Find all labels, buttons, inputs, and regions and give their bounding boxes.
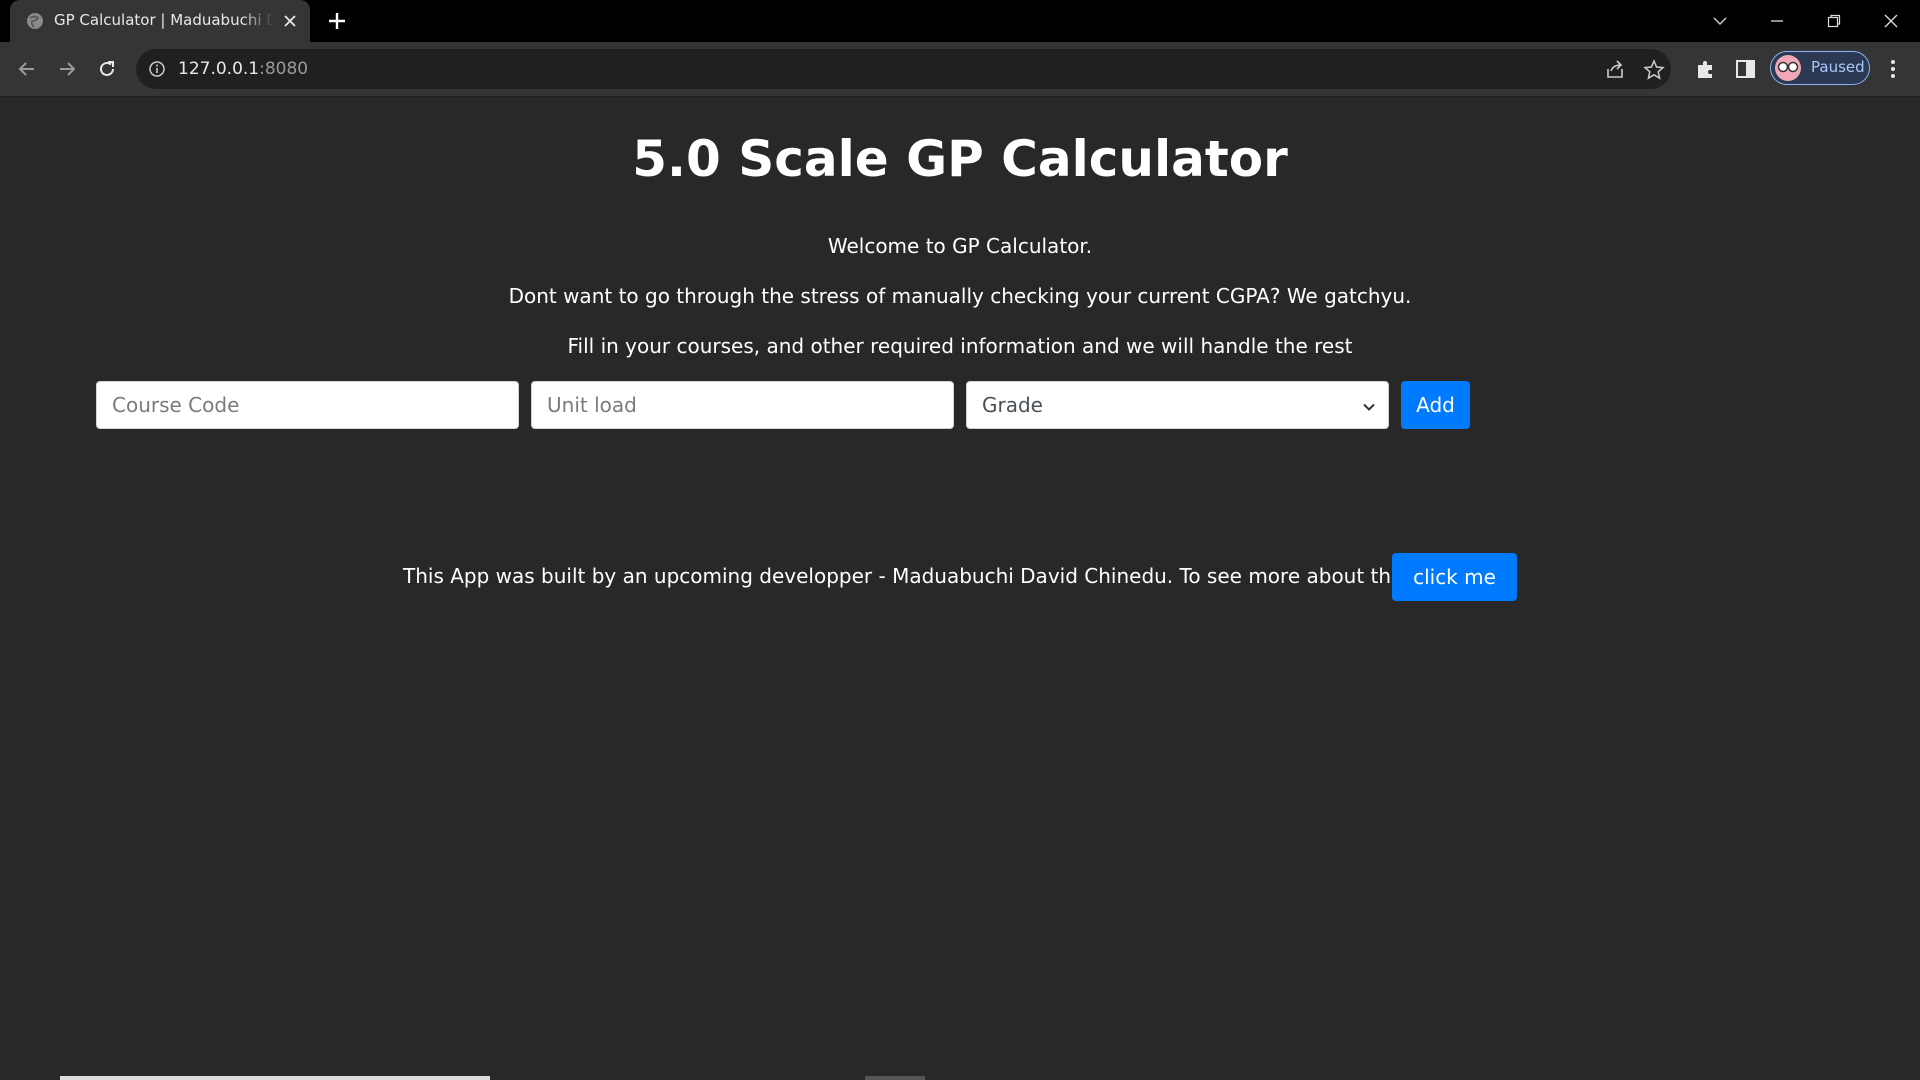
- horizontal-scrollbar[interactable]: [60, 1076, 490, 1080]
- close-icon: [1884, 14, 1898, 28]
- course-code-input[interactable]: [96, 381, 519, 429]
- arrow-right-icon: [60, 62, 76, 76]
- grade-select-value: Grade: [982, 393, 1043, 417]
- browser-tab[interactable]: GP Calculator | Maduabuchi David Chinedu: [10, 0, 310, 42]
- window-close-button[interactable]: [1863, 0, 1919, 42]
- developer-credit-text: This App was built by an upcoming develo…: [403, 564, 1517, 588]
- url-port: :8080: [259, 59, 309, 79]
- minimize-button[interactable]: [1749, 0, 1805, 42]
- avatar-glasses-icon: [1777, 61, 1799, 73]
- avatar: [1775, 55, 1801, 81]
- chevron-down-icon: [1363, 403, 1375, 411]
- tab-title: GP Calculator | Maduabuchi David Chinedu: [54, 11, 274, 29]
- info-icon[interactable]: [148, 60, 166, 78]
- scrollbar-thumb[interactable]: [865, 1076, 925, 1080]
- tab-strip: GP Calculator | Maduabuchi David Chinedu: [0, 0, 1920, 42]
- forward-button[interactable]: [54, 56, 80, 82]
- url-host: 127.0.0.1: [178, 59, 260, 79]
- tab-search-button[interactable]: [1692, 0, 1748, 42]
- chevron-down-icon: [1713, 17, 1727, 26]
- share-icon[interactable]: [1604, 59, 1626, 81]
- grade-select[interactable]: Grade: [966, 381, 1389, 429]
- globe-icon: [27, 13, 43, 29]
- unit-load-input[interactable]: [531, 381, 954, 429]
- minimize-icon: [1771, 20, 1783, 22]
- profile-button[interactable]: Paused: [1770, 51, 1870, 85]
- intro-text: Dont want to go through the stress of ma…: [508, 284, 1412, 308]
- arrow-left-icon: [18, 62, 34, 76]
- side-panel-icon[interactable]: [1734, 57, 1758, 81]
- bookmark-star-icon[interactable]: [1643, 59, 1665, 81]
- page-title: 5.0 Scale GP Calculator: [632, 130, 1288, 188]
- restore-button[interactable]: [1806, 0, 1862, 42]
- reload-button[interactable]: [94, 56, 120, 82]
- kebab-menu-icon[interactable]: [1880, 56, 1906, 82]
- new-tab-plus-icon[interactable]: [326, 10, 348, 32]
- profile-status-label: Paused: [1811, 58, 1865, 76]
- browser-toolbar: 127.0.0.1:8080 Paused: [0, 42, 1920, 97]
- back-button[interactable]: [14, 56, 40, 82]
- add-course-button[interactable]: Add: [1401, 381, 1470, 429]
- reload-icon: [100, 61, 114, 76]
- welcome-text: Welcome to GP Calculator.: [827, 234, 1093, 258]
- restore-icon: [1827, 14, 1841, 28]
- puzzle-icon[interactable]: [1694, 57, 1718, 81]
- address-bar[interactable]: 127.0.0.1:8080: [136, 49, 1671, 89]
- url-text: 127.0.0.1:8080: [178, 59, 308, 79]
- developer-link-button[interactable]: click me: [1392, 553, 1517, 601]
- close-icon[interactable]: [282, 13, 298, 29]
- instructions-text: Fill in your courses, and other required…: [567, 334, 1353, 358]
